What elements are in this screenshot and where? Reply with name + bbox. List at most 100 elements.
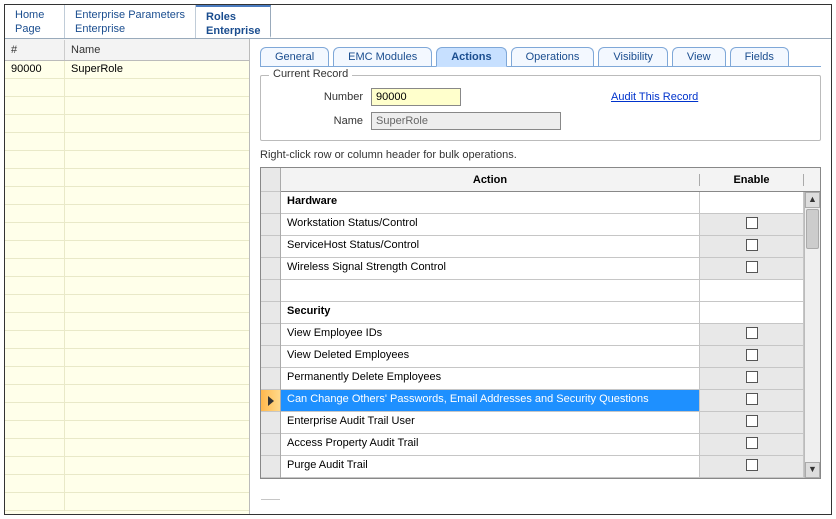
action-row[interactable]: Workstation Status/Control (281, 214, 804, 236)
tab-emc-modules[interactable]: EMC Modules (333, 47, 432, 66)
roles-list-row-empty[interactable] (5, 349, 249, 367)
scroll-up-icon[interactable]: ▲ (805, 192, 820, 208)
row-header[interactable] (261, 346, 280, 368)
roles-list-row-empty[interactable] (5, 385, 249, 403)
roles-list-header[interactable]: # Name (5, 39, 249, 61)
roles-list-row-empty[interactable] (5, 457, 249, 475)
action-row[interactable]: Permanently Delete Employees (281, 368, 804, 390)
action-section[interactable]: Hardware (281, 192, 804, 214)
action-row[interactable] (281, 280, 804, 302)
roles-list-row-empty[interactable] (5, 115, 249, 133)
roles-col-num[interactable]: # (5, 40, 65, 60)
tab-view[interactable]: View (672, 47, 726, 66)
action-label: Workstation Status/Control (281, 214, 700, 235)
action-row[interactable]: View Employee IDs (281, 324, 804, 346)
current-record-legend: Current Record (269, 68, 352, 80)
row-header[interactable] (261, 478, 280, 500)
roles-list-row-empty[interactable] (5, 259, 249, 277)
enable-checkbox[interactable] (746, 459, 758, 471)
vertical-scrollbar[interactable]: ▲ ▼ (804, 192, 820, 478)
tab-fields[interactable]: Fields (730, 47, 789, 66)
roles-list-row-empty[interactable] (5, 97, 249, 115)
action-row[interactable]: ServiceHost Status/Control (281, 236, 804, 258)
tab-roles[interactable]: Roles Enterprise (196, 5, 271, 38)
rowhead-corner[interactable] (261, 168, 280, 192)
roles-list-row-empty[interactable] (5, 241, 249, 259)
roles-list-row-empty[interactable] (5, 205, 249, 223)
action-row[interactable]: Purge Audit Trail (281, 456, 804, 478)
enable-checkbox[interactable] (746, 371, 758, 383)
enable-checkbox[interactable] (746, 393, 758, 405)
roles-list-row-empty[interactable] (5, 367, 249, 385)
main-split: # Name 90000SuperRole General EMC Module… (5, 39, 831, 514)
enable-checkbox[interactable] (746, 261, 758, 273)
action-row[interactable]: Can Change Others' Passwords, Email Addr… (281, 390, 804, 412)
roles-list-row-empty[interactable] (5, 133, 249, 151)
action-row[interactable]: Access Property Audit Trail (281, 434, 804, 456)
roles-list-row-empty[interactable] (5, 439, 249, 457)
row-header[interactable] (261, 302, 280, 324)
action-row[interactable]: Enterprise Audit Trail User (281, 412, 804, 434)
roles-list-row-empty[interactable] (5, 331, 249, 349)
action-enable-cell[interactable] (700, 456, 804, 477)
row-header[interactable] (261, 214, 280, 236)
col-enable[interactable]: Enable (700, 174, 804, 186)
action-enable-cell[interactable] (700, 434, 804, 455)
row-header[interactable] (261, 280, 280, 302)
row-header[interactable] (261, 368, 280, 390)
action-enable-cell[interactable] (700, 324, 804, 345)
action-enable-cell[interactable] (700, 346, 804, 367)
roles-list-row[interactable]: 90000SuperRole (5, 61, 249, 79)
roles-list-row-empty[interactable] (5, 403, 249, 421)
scroll-down-icon[interactable]: ▼ (805, 462, 820, 478)
enable-checkbox[interactable] (746, 415, 758, 427)
actions-grid-header[interactable]: Action Enable (281, 168, 820, 192)
tab-general[interactable]: General (260, 47, 329, 66)
roles-list-row-empty[interactable] (5, 223, 249, 241)
enable-checkbox[interactable] (746, 437, 758, 449)
action-enable-cell[interactable] (700, 236, 804, 257)
roles-list-row-empty[interactable] (5, 493, 249, 511)
roles-list-row-empty[interactable] (5, 151, 249, 169)
action-enable-cell[interactable] (700, 412, 804, 433)
enable-checkbox[interactable] (746, 217, 758, 229)
roles-list-row-empty[interactable] (5, 421, 249, 439)
action-section[interactable]: Security (281, 302, 804, 324)
enable-checkbox[interactable] (746, 239, 758, 251)
row-header[interactable] (261, 192, 280, 214)
row-header[interactable] (261, 434, 280, 456)
row-header[interactable] (261, 456, 280, 478)
tab-operations[interactable]: Operations (511, 47, 595, 66)
roles-list-row-empty[interactable] (5, 187, 249, 205)
tab-visibility[interactable]: Visibility (598, 47, 668, 66)
action-enable-cell[interactable] (700, 390, 804, 411)
action-row[interactable]: View Deleted Employees (281, 346, 804, 368)
action-enable-cell[interactable] (700, 258, 804, 279)
action-row[interactable]: Wireless Signal Strength Control (281, 258, 804, 280)
role-name: SuperRole (65, 61, 249, 78)
number-field[interactable] (371, 88, 461, 106)
roles-list-row-empty[interactable] (5, 313, 249, 331)
tab-home[interactable]: Home Page (5, 5, 65, 38)
roles-list-row-empty[interactable] (5, 277, 249, 295)
roles-list-row-empty[interactable] (5, 475, 249, 493)
actions-grid-body: HardwareWorkstation Status/ControlServic… (281, 192, 804, 478)
row-header[interactable] (261, 412, 280, 434)
row-header[interactable] (261, 390, 280, 412)
roles-col-name[interactable]: Name (65, 40, 249, 60)
tab-enterprise-params[interactable]: Enterprise Parameters Enterprise (65, 5, 196, 38)
tab-actions[interactable]: Actions (436, 47, 506, 67)
roles-list-row-empty[interactable] (5, 169, 249, 187)
action-enable-cell[interactable] (700, 368, 804, 389)
enable-checkbox[interactable] (746, 327, 758, 339)
roles-list-row-empty[interactable] (5, 79, 249, 97)
enable-checkbox[interactable] (746, 349, 758, 361)
row-header[interactable] (261, 236, 280, 258)
col-action[interactable]: Action (281, 174, 700, 186)
action-enable-cell[interactable] (700, 214, 804, 235)
scroll-thumb[interactable] (806, 209, 819, 249)
row-header[interactable] (261, 324, 280, 346)
audit-link[interactable]: Audit This Record (611, 91, 698, 103)
roles-list-row-empty[interactable] (5, 295, 249, 313)
row-header[interactable] (261, 258, 280, 280)
